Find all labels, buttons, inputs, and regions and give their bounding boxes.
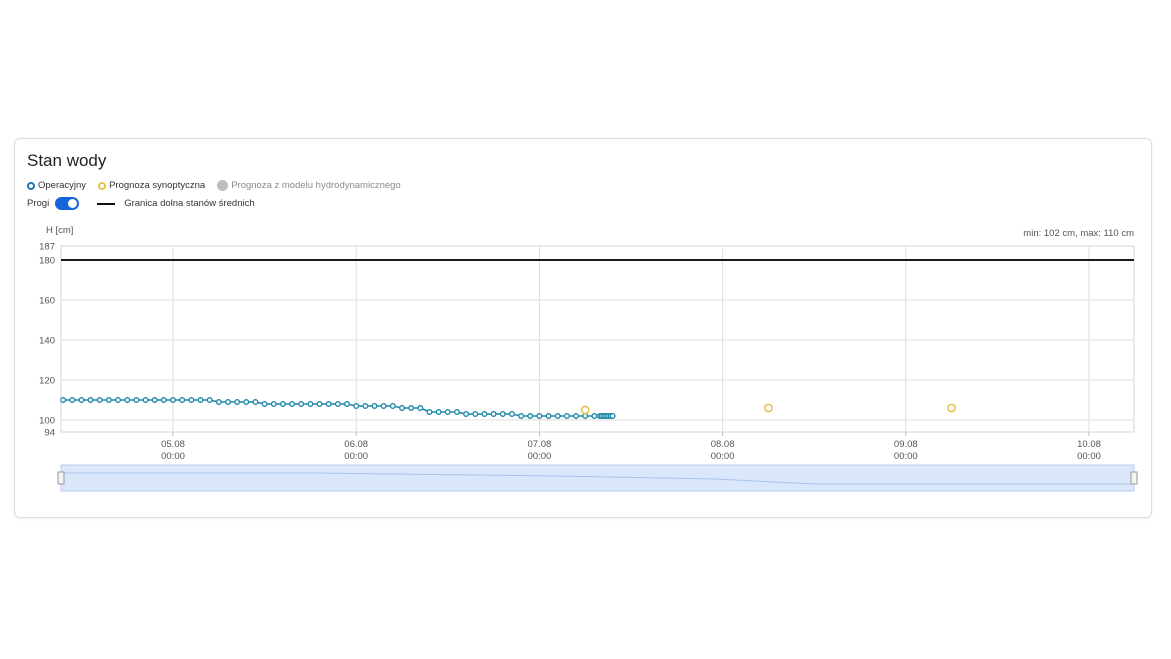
data-point-operacyjny: [170, 397, 176, 403]
x-tick-label-time: 00:00: [1077, 451, 1101, 462]
data-point-operacyjny: [188, 397, 195, 403]
data-point-operacyjny: [87, 397, 94, 403]
navigator-handle-left[interactable]: [57, 471, 65, 485]
data-point-operacyjny: [362, 403, 369, 409]
y-tick-label: 94: [44, 428, 55, 439]
data-point-operacyjny: [499, 411, 506, 417]
data-point-operacyjny: [609, 413, 616, 419]
data-point-operacyjny: [545, 413, 552, 419]
data-point-operacyjny: [133, 397, 140, 403]
data-point-operacyjny: [243, 399, 250, 405]
data-point-operacyjny: [234, 399, 241, 405]
y-tick-label: 140: [39, 336, 55, 347]
data-point-operacyjny: [573, 413, 579, 419]
water-level-chart[interactable]: 9410012014016018018705.0800:0006.0800:00…: [15, 139, 1151, 517]
data-point-operacyjny: [389, 403, 396, 409]
data-point-operacyjny: [490, 411, 497, 417]
data-point-operacyjny: [124, 397, 131, 403]
data-point-operacyjny: [325, 401, 332, 407]
water-level-card: Stan wody Operacyjny Prognoza synoptyczn…: [14, 138, 1152, 518]
navigator-range: [60, 464, 1135, 492]
data-point-operacyjny: [279, 401, 286, 407]
data-point-operacyjny: [344, 401, 350, 407]
data-point-operacyjny: [454, 409, 460, 415]
x-tick-label-date: 08.08: [711, 439, 735, 450]
data-point-operacyjny: [591, 413, 598, 419]
data-point-operacyjny: [142, 397, 149, 403]
data-point-prognoza: [580, 405, 590, 415]
x-tick-label-date: 05.08: [161, 439, 185, 450]
data-point-operacyjny: [115, 397, 121, 403]
data-point-operacyjny: [426, 409, 433, 415]
y-tick-label: 160: [39, 296, 55, 307]
x-tick-label-time: 00:00: [528, 451, 552, 462]
data-point-operacyjny: [316, 401, 323, 407]
data-point-operacyjny: [582, 413, 589, 419]
y-tick-label: 100: [39, 416, 55, 427]
minmax-label: min: 102 cm, max: 110 cm: [1023, 228, 1134, 239]
data-point-operacyjny: [435, 409, 442, 415]
data-point-operacyjny: [252, 399, 259, 405]
data-point-operacyjny: [472, 411, 479, 417]
data-point-operacyjny: [60, 397, 67, 403]
x-tick-label-time: 00:00: [161, 451, 185, 462]
data-point-operacyjny: [463, 411, 470, 417]
data-point-operacyjny: [69, 397, 76, 403]
data-point-operacyjny: [215, 399, 222, 405]
data-point-operacyjny: [371, 403, 378, 409]
data-point-operacyjny: [408, 405, 415, 411]
data-point-operacyjny: [417, 405, 424, 411]
data-point-operacyjny: [78, 397, 85, 403]
data-point-operacyjny: [554, 413, 561, 419]
x-tick-label-time: 00:00: [894, 451, 918, 462]
data-point-operacyjny: [261, 401, 268, 407]
data-point-operacyjny: [307, 401, 314, 407]
data-point-prognoza: [947, 403, 956, 413]
data-point-operacyjny: [160, 397, 167, 403]
data-point-operacyjny: [518, 413, 525, 419]
x-tick-label-date: 09.08: [894, 439, 918, 450]
navigator-handle-right[interactable]: [1130, 471, 1138, 485]
data-point-operacyjny: [508, 411, 515, 417]
data-point-operacyjny: [334, 401, 341, 407]
data-point-operacyjny: [380, 403, 387, 409]
data-point-operacyjny: [289, 401, 296, 407]
y-tick-label: 187: [39, 242, 55, 253]
x-tick-label-date: 10.08: [1077, 439, 1101, 450]
plot-area: [60, 245, 1135, 433]
data-point-operacyjny: [206, 397, 213, 403]
data-point-operacyjny: [270, 401, 277, 407]
data-point-operacyjny: [225, 399, 231, 405]
y-tick-label: 180: [39, 256, 55, 267]
y-axis-label: H [cm]: [46, 225, 73, 236]
data-point-operacyjny: [298, 401, 305, 407]
data-point-operacyjny: [151, 397, 158, 403]
data-point-operacyjny: [105, 397, 112, 403]
data-point-operacyjny: [481, 411, 488, 417]
data-point-operacyjny: [399, 405, 405, 411]
data-point-operacyjny: [527, 413, 534, 419]
data-point-operacyjny: [353, 403, 360, 409]
data-point-operacyjny: [563, 413, 570, 419]
data-point-operacyjny: [197, 397, 204, 403]
data-point-operacyjny: [536, 413, 543, 419]
y-tick-label: 120: [39, 376, 55, 387]
data-point-prognoza: [764, 403, 773, 413]
data-point-operacyjny: [444, 409, 451, 415]
x-tick-label-time: 00:00: [344, 451, 368, 462]
data-point-operacyjny: [179, 397, 186, 403]
x-tick-label-time: 00:00: [711, 451, 735, 462]
x-tick-label-date: 06.08: [344, 439, 368, 450]
x-tick-label-date: 07.08: [528, 439, 552, 450]
data-point-operacyjny: [96, 397, 103, 403]
